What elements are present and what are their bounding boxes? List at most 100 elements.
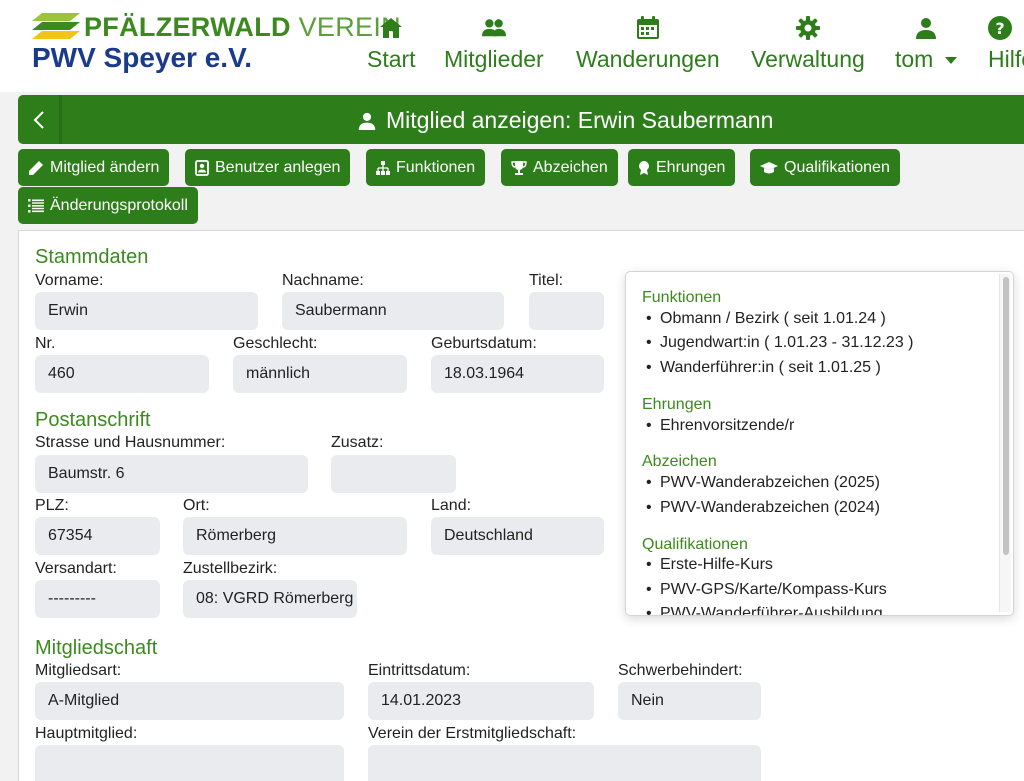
edit-member-button[interactable]: Mitglied ändern xyxy=(18,149,170,186)
field-ort: Römerberg xyxy=(183,517,407,555)
qualifications-button[interactable]: Qualifikationen xyxy=(750,149,900,186)
nav-hikes[interactable]: Wanderungen xyxy=(576,16,720,76)
nav-admin[interactable]: Verwaltung xyxy=(751,16,865,76)
page-title-text: Mitglied anzeigen: Erwin Saubermann xyxy=(386,107,774,133)
label-erstverein: Verein der Erstmitgliedschaft: xyxy=(368,725,577,742)
list-item: Wanderführer:in ( seit 1.01.25 ) xyxy=(646,359,881,377)
summary-functions-title: Funktionen xyxy=(642,289,722,306)
svg-text:?: ? xyxy=(995,19,1004,38)
create-user-label: Benutzer anlegen xyxy=(215,158,341,176)
list-item: Erste-Hilfe-Kurs xyxy=(646,556,773,574)
label-ort: Ort: xyxy=(183,497,210,514)
field-plz: 67354 xyxy=(35,517,160,555)
list-item: Jugendwart:in ( 1.01.23 - 31.12.23 ) xyxy=(646,334,913,352)
summary-qualifications-title: Qualifikationen xyxy=(642,536,748,553)
badges-button[interactable]: Abzeichen xyxy=(501,149,618,186)
label-zustellbezirk: Zustellbezirk: xyxy=(183,560,278,577)
field-erstverein xyxy=(368,745,761,781)
field-geschlecht: männlich xyxy=(233,355,407,393)
list-item: PWV-Wanderführer-Ausbildung xyxy=(646,605,883,615)
field-hauptmitglied xyxy=(35,745,344,781)
member-summary-panel[interactable]: Funktionen Obmann / Bezirk ( seit 1.01.2… xyxy=(625,271,1014,616)
label-schwerbehindert: Schwerbehindert: xyxy=(618,662,743,679)
nav-help[interactable]: ? Hilfe xyxy=(988,16,1024,76)
pencil-icon xyxy=(29,160,43,175)
brand-wordmark[interactable]: PFÄLZERWALD VEREIN xyxy=(84,12,401,43)
top-navbar: PFÄLZERWALD VEREIN PWV Speyer e.V. Start… xyxy=(0,0,1024,92)
field-vorname: Erwin xyxy=(35,292,258,330)
label-versandart: Versandart: xyxy=(35,560,117,577)
user-icon xyxy=(914,16,938,40)
field-titel xyxy=(529,292,604,330)
label-nachname: Nachname: xyxy=(282,272,364,289)
scrollbar-thumb[interactable] xyxy=(1003,277,1009,555)
nav-start[interactable]: Start xyxy=(367,16,416,76)
field-nachname: Saubermann xyxy=(282,292,504,330)
label-vorname: Vorname: xyxy=(35,272,104,289)
summary-badges-title: Abzeichen xyxy=(642,453,717,470)
field-geburtsdatum: 18.03.1964 xyxy=(431,355,604,393)
nav-members[interactable]: Mitglieder xyxy=(444,16,544,76)
page-title-bar: Mitglied anzeigen: Erwin Saubermann xyxy=(18,95,1024,144)
summary-panel-scrollbar[interactable] xyxy=(999,274,1011,612)
field-versandart: --------- xyxy=(35,580,160,618)
list-item: Obmann / Bezirk ( seit 1.01.24 ) xyxy=(646,310,886,328)
list-item: PWV-Wanderabzeichen (2024) xyxy=(646,499,880,517)
page-title: Mitglied anzeigen: Erwin Saubermann xyxy=(358,107,773,134)
nav-user-dropdown[interactable]: tom xyxy=(895,16,958,76)
home-icon xyxy=(379,16,403,40)
list-item: Ehrenvorsitzende/r xyxy=(646,417,794,435)
calendar-icon xyxy=(636,16,660,40)
field-eintrittsdatum: 14.01.2023 xyxy=(368,682,594,720)
section-title-stammdaten: Stammdaten xyxy=(35,246,149,268)
nav-start-label: Start xyxy=(367,46,416,72)
label-plz: PLZ: xyxy=(35,497,69,514)
list-item: PWV-GPS/Karte/Kompass-Kurs xyxy=(646,581,887,599)
edit-member-label: Mitglied ändern xyxy=(50,158,160,176)
nav-admin-label: Verwaltung xyxy=(751,46,865,72)
field-zusatz xyxy=(331,455,456,493)
back-button[interactable] xyxy=(18,95,62,144)
logo-stripes-icon xyxy=(32,13,80,39)
honors-label: Ehrungen xyxy=(656,158,726,176)
badges-label: Abzeichen xyxy=(533,158,608,176)
label-land: Land: xyxy=(431,497,472,514)
summary-honors-title: Ehrungen xyxy=(642,396,712,413)
user-icon xyxy=(358,112,376,130)
award-icon xyxy=(639,160,649,175)
chevron-down-icon xyxy=(945,57,958,65)
graduation-cap-icon xyxy=(760,161,778,173)
field-nr: 460 xyxy=(35,355,209,393)
label-geschlecht: Geschlecht: xyxy=(233,335,318,352)
functions-button[interactable]: Funktionen xyxy=(366,149,486,186)
label-nr: Nr. xyxy=(35,335,56,352)
label-geburtsdatum: Geburtsdatum: xyxy=(431,335,537,352)
label-zusatz: Zusatz: xyxy=(331,434,384,451)
nav-user-label: tom xyxy=(895,46,934,72)
field-schwerbehindert: Nein xyxy=(618,682,761,720)
label-mitgliedsart: Mitgliedsart: xyxy=(35,662,122,679)
create-user-button[interactable]: Benutzer anlegen xyxy=(185,149,351,186)
section-title-mitgliedschaft: Mitgliedschaft xyxy=(35,637,158,659)
id-badge-icon xyxy=(195,159,209,176)
chevron-left-icon xyxy=(33,110,44,129)
club-name[interactable]: PWV Speyer e.V. xyxy=(32,42,252,74)
nav-help-label: Hilfe xyxy=(988,46,1024,72)
nav-members-label: Mitglieder xyxy=(444,46,544,72)
label-titel: Titel: xyxy=(529,272,564,289)
list-item: PWV-Wanderabzeichen (2025) xyxy=(646,474,880,492)
gear-icon xyxy=(795,16,820,40)
field-mitgliedsart: A-Mitglied xyxy=(35,682,344,720)
field-zustellbezirk: 08: VGRD Römerberg xyxy=(183,580,357,618)
honors-button[interactable]: Ehrungen xyxy=(628,149,736,186)
functions-label: Funktionen xyxy=(396,158,476,176)
brand-bold: PFÄLZERWALD xyxy=(84,12,291,42)
list-icon xyxy=(28,198,44,212)
field-strasse: Baumstr. 6 xyxy=(35,455,308,493)
section-title-postanschrift: Postanschrift xyxy=(35,409,151,431)
label-hauptmitglied: Hauptmitglied: xyxy=(35,725,138,742)
nav-user-label-wrap: tom xyxy=(895,46,958,73)
nav-hikes-label: Wanderungen xyxy=(576,46,720,72)
summary-panel-content: Funktionen Obmann / Bezirk ( seit 1.01.2… xyxy=(626,272,998,615)
changelog-button[interactable]: Änderungsprotokoll xyxy=(18,187,198,224)
